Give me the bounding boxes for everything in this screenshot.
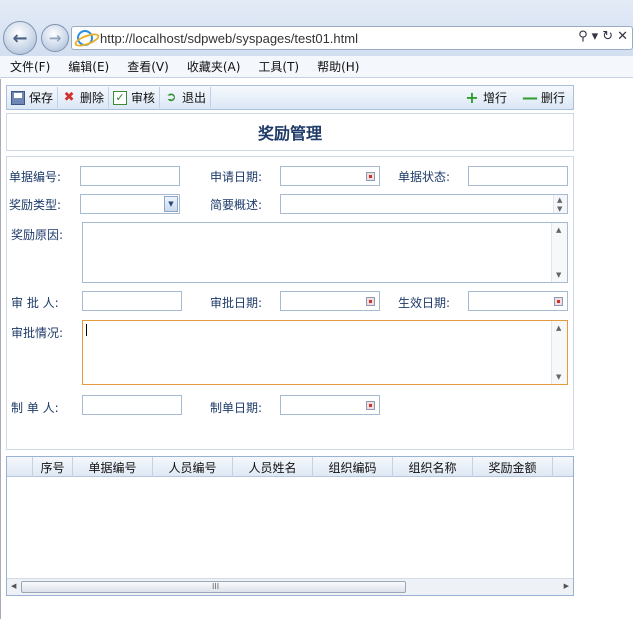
summary-input[interactable]: ▲ ▼ (280, 194, 568, 214)
effective-date-input[interactable] (468, 291, 568, 311)
reward-reason-label: 奖励原因: (11, 228, 64, 242)
approve-date-input[interactable] (280, 291, 380, 311)
forward-button[interactable]: → (41, 24, 69, 52)
chevron-down-icon[interactable]: ▼ (164, 196, 178, 212)
back-button[interactable]: ← (3, 21, 37, 55)
calendar-icon[interactable] (366, 401, 375, 410)
chevron-down-icon[interactable]: ▾ (592, 29, 599, 44)
menu-file[interactable]: 文件(F) (0, 58, 58, 75)
browser-menu-bar: 文件(F) 编辑(E) 查看(V) 收藏夹(A) 工具(T) 帮助(H) (0, 56, 633, 78)
doc-no-input[interactable] (80, 166, 180, 186)
calendar-icon[interactable] (366, 172, 375, 181)
text-caret (86, 324, 87, 336)
arrow-left-icon: ← (12, 27, 28, 49)
reward-type-select[interactable]: ▼ (80, 194, 180, 214)
plus-icon: + (465, 87, 479, 107)
col-header[interactable]: 单据编号 (73, 457, 153, 477)
arrow-right-icon[interactable]: ▶ (564, 582, 569, 590)
minus-icon: — (521, 87, 538, 107)
refresh-icon[interactable]: ↻ (602, 29, 613, 44)
menu-favorites[interactable]: 收藏夹(A) (177, 58, 249, 75)
address-url[interactable]: http://localhost/sdpweb/syspages/test01.… (100, 31, 358, 46)
arrow-left-icon[interactable]: ◀ (11, 582, 16, 590)
approver-label: 审 批 人: (11, 296, 59, 310)
creator-label: 制 单 人: (11, 401, 59, 415)
reward-type-label: 奖励类型: (9, 198, 62, 212)
search-icon[interactable]: ⚲ (578, 29, 588, 44)
approval-status-textarea[interactable]: ▲ ▼ (82, 320, 568, 385)
arrow-down-icon: ▼ (556, 271, 562, 279)
approve-date-label: 审批日期: (210, 296, 263, 310)
doc-status-label: 单据状态: (398, 170, 451, 184)
col-header[interactable]: 奖励金额 (473, 457, 553, 477)
delete-row-button[interactable]: — 删行 (515, 87, 573, 108)
calendar-icon[interactable] (366, 297, 375, 306)
spin-scrollbar[interactable]: ▲ ▼ (553, 195, 567, 213)
creator-input[interactable] (82, 395, 182, 415)
exit-door-icon: ➲ (165, 90, 177, 105)
page-title: 奖励管理 (257, 124, 322, 143)
arrow-down-icon: ▼ (557, 205, 563, 213)
menu-tools[interactable]: 工具(T) (248, 58, 307, 75)
approve-button[interactable]: ✓ 审核 (109, 87, 161, 108)
grip-icon: III (212, 582, 220, 591)
delete-button[interactable]: ✖ 删除 (58, 87, 110, 108)
delete-x-icon: ✖ (63, 90, 75, 105)
vertical-scrollbar[interactable]: ▲ ▼ (551, 223, 567, 282)
grid-header: 序号 单据编号 人员编号 人员姓名 组织编码 组织名称 奖励金额 (7, 457, 573, 477)
col-header[interactable]: 人员编号 (153, 457, 233, 477)
col-header[interactable]: 序号 (33, 457, 73, 477)
exit-label: 退出 (182, 91, 207, 105)
save-button[interactable]: 保存 (7, 87, 59, 108)
close-icon[interactable]: ✕ (617, 29, 628, 44)
col-header[interactable]: 组织名称 (393, 457, 473, 477)
doc-no-label: 单据编号: (9, 170, 62, 184)
checkbox-check-icon: ✓ (113, 90, 128, 105)
arrow-down-icon: ▼ (556, 373, 562, 381)
grid-rownum-header (7, 457, 33, 477)
menu-edit[interactable]: 编辑(E) (58, 58, 117, 75)
doc-status-input[interactable] (468, 166, 568, 186)
create-date-input[interactable] (280, 395, 380, 415)
effective-date-label: 生效日期: (398, 296, 451, 310)
detail-grid: 序号 单据编号 人员编号 人员姓名 组织编码 组织名称 奖励金额 ◀ III ▶ (6, 456, 574, 596)
ie-logo-icon (77, 30, 93, 46)
arrow-up-icon: ▲ (556, 324, 562, 332)
arrow-right-icon: → (48, 29, 62, 47)
apply-date-label: 申请日期: (210, 170, 263, 184)
action-toolbar: 保存 ✖ 删除 ✓ 审核 ➲ 退出 + 增行 — 删行 (6, 85, 574, 110)
floppy-disk-icon (11, 90, 25, 105)
create-date-label: 制单日期: (210, 401, 263, 415)
approver-input[interactable] (82, 291, 182, 311)
col-header[interactable]: 组织编码 (313, 457, 393, 477)
horizontal-scrollbar[interactable]: ◀ III ▶ (7, 578, 573, 595)
arrow-up-icon: ▲ (557, 196, 563, 204)
exit-button[interactable]: ➲ 退出 (160, 87, 212, 108)
title-panel: 奖励管理 (6, 113, 574, 151)
delete-row-label: 删行 (540, 91, 565, 105)
approve-label: 审核 (131, 91, 156, 105)
scrollbar-thumb[interactable]: III (21, 581, 406, 593)
delete-label: 删除 (80, 91, 105, 105)
vertical-scrollbar[interactable]: ▲ ▼ (551, 321, 567, 384)
add-row-button[interactable]: + 增行 (457, 87, 515, 108)
apply-date-input[interactable] (280, 166, 380, 186)
address-bar[interactable]: http://localhost/sdpweb/syspages/test01.… (71, 26, 633, 50)
browser-chrome: ← → http://localhost/sdpweb/syspages/tes… (0, 0, 633, 56)
approval-status-label: 审批情况: (11, 326, 64, 340)
menu-view[interactable]: 查看(V) (117, 58, 177, 75)
menu-help[interactable]: 帮助(H) (307, 58, 367, 75)
calendar-icon[interactable] (554, 297, 563, 306)
save-label: 保存 (29, 91, 54, 105)
add-row-label: 增行 (482, 91, 507, 105)
arrow-up-icon: ▲ (556, 226, 562, 234)
summary-label: 简要概述: (210, 198, 263, 212)
reward-form: 单据编号: 申请日期: 单据状态: 奖励类型: ▼ 简要概述: ▲ ▼ 奖励原因… (6, 156, 574, 450)
col-header[interactable]: 人员姓名 (233, 457, 313, 477)
reward-reason-textarea[interactable]: ▲ ▼ (82, 222, 568, 283)
